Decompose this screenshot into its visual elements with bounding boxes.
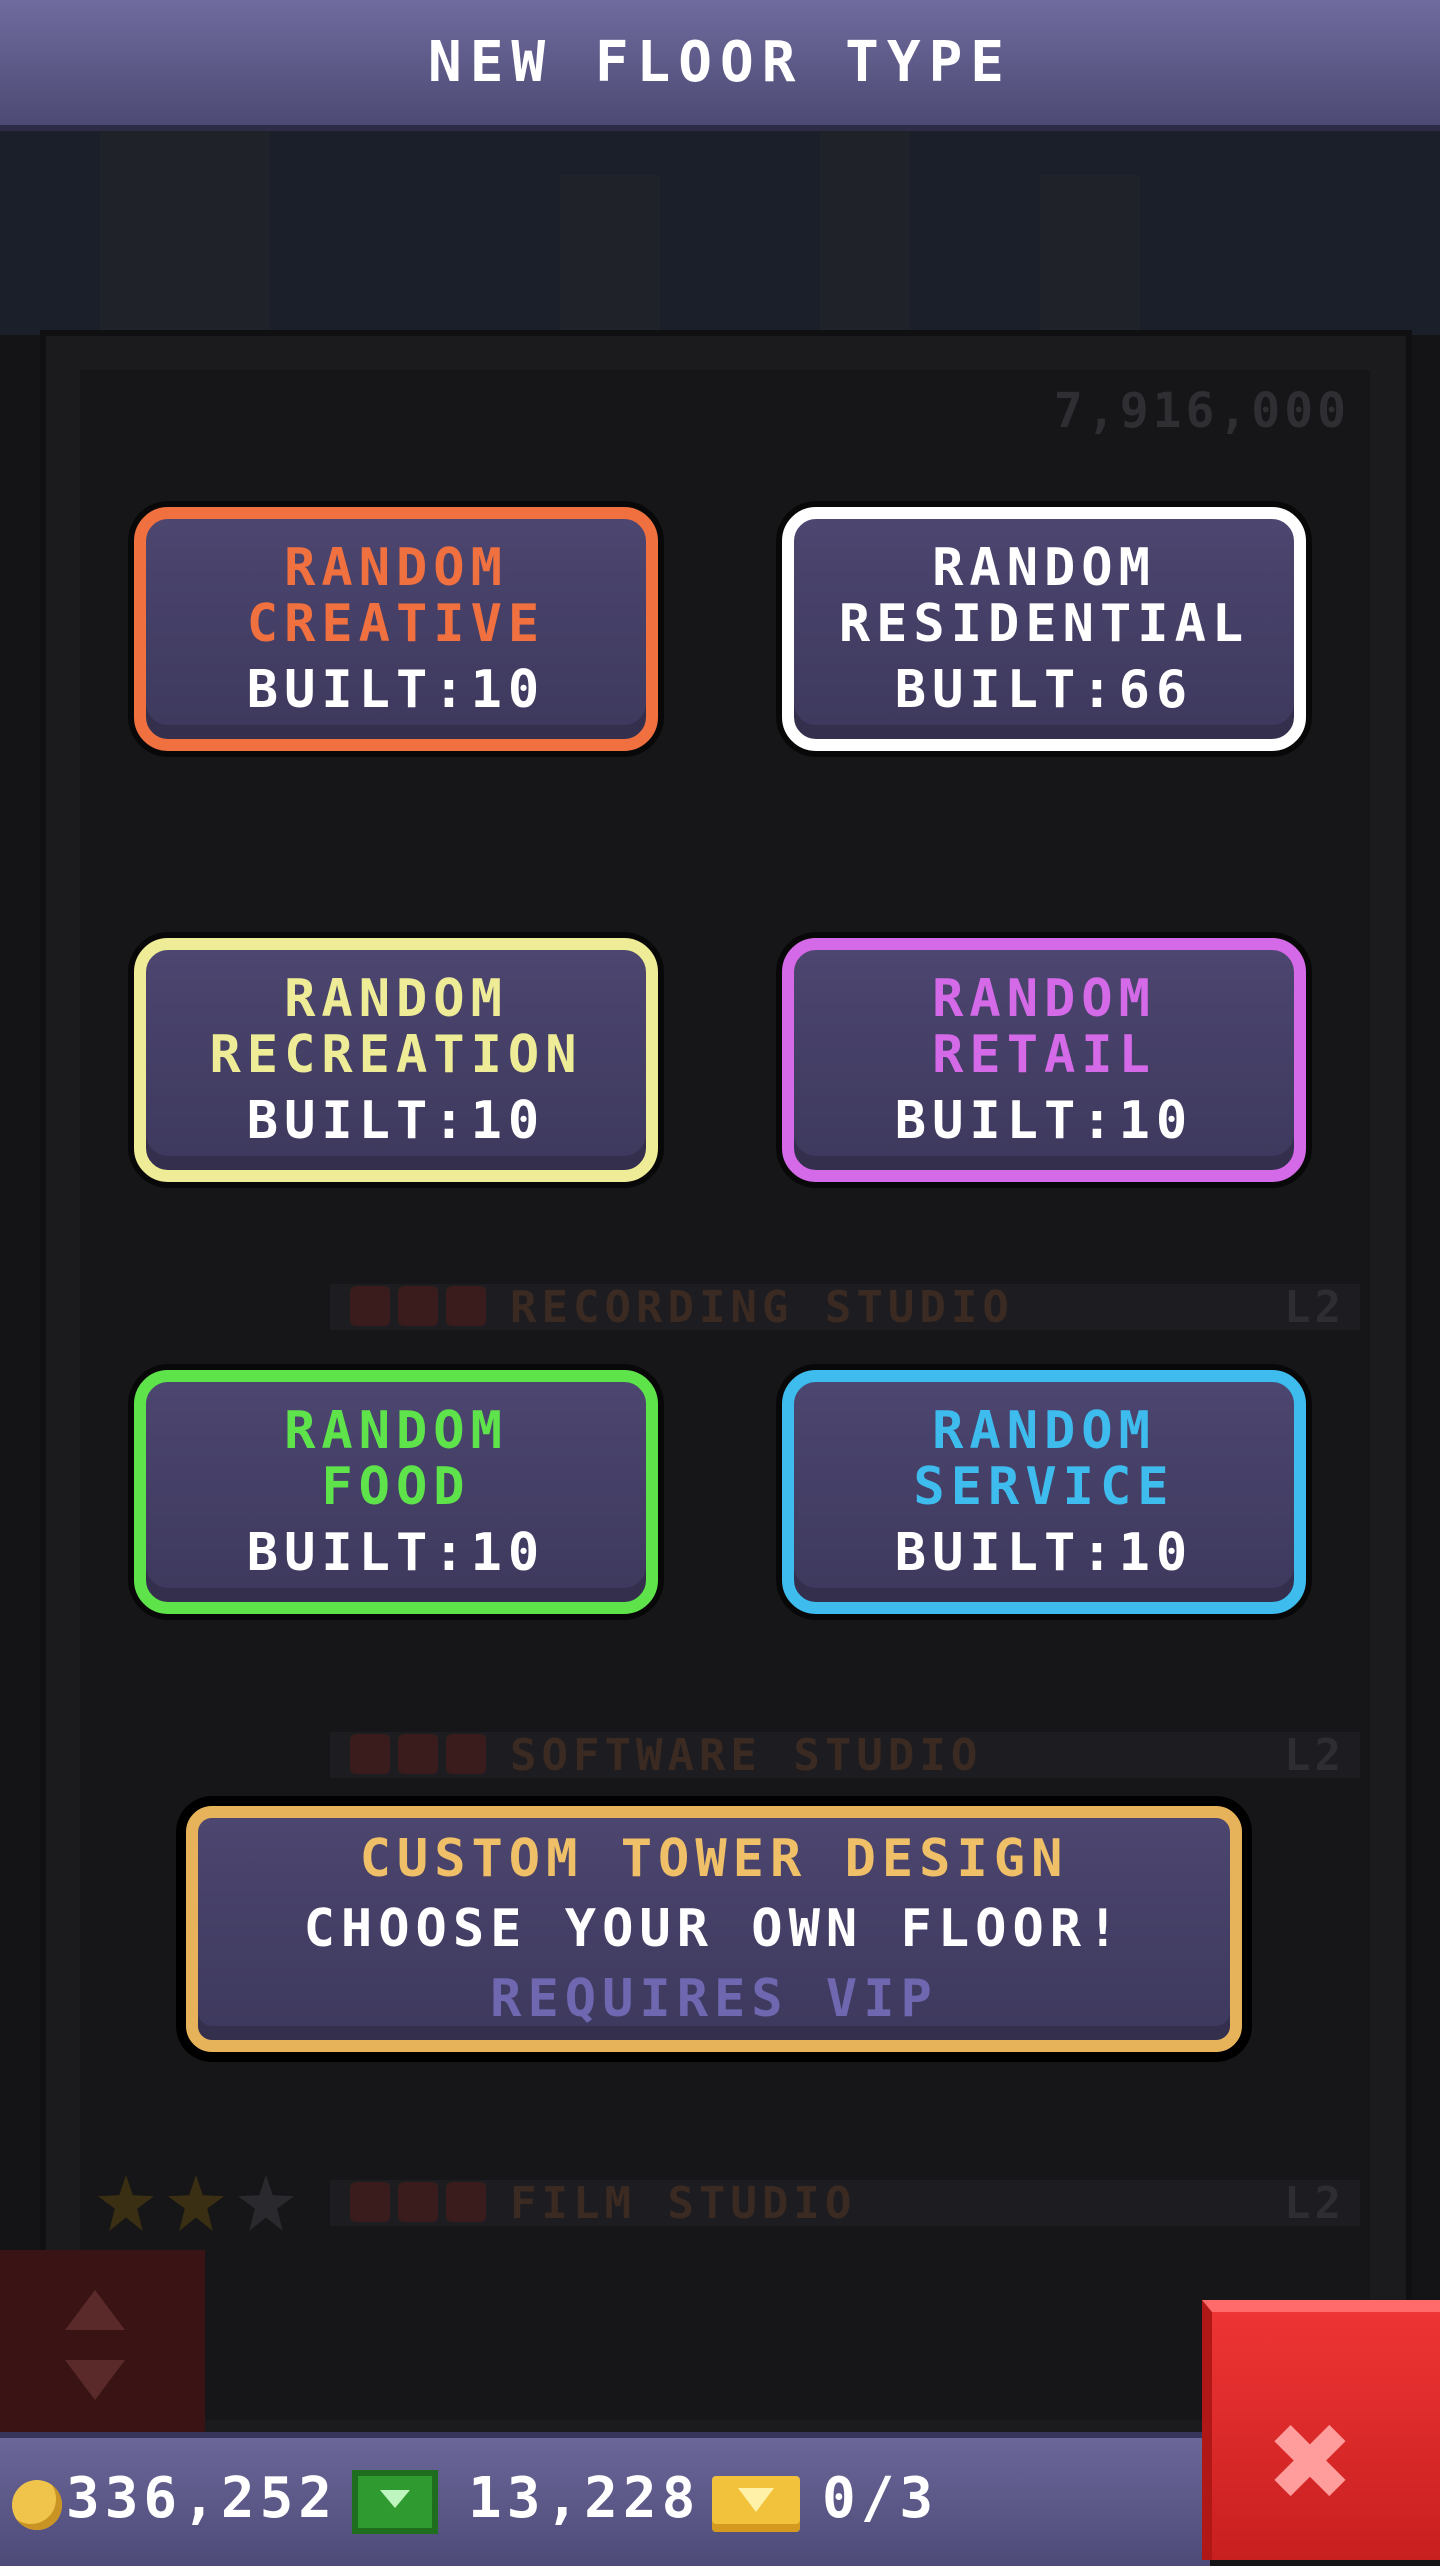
card-built: BUILT:10 [246, 1091, 546, 1151]
modal-title: NEW FLOOR TYPE [427, 30, 1012, 95]
random-creative-button[interactable]: RANDOM CREATIVE BUILT:10 [134, 507, 658, 751]
floor-name: RECORDING STUDIO [510, 1282, 1014, 1333]
bux-count: 13,228 [468, 2466, 701, 2531]
background-building [560, 175, 660, 330]
background-building [820, 130, 910, 330]
card-built: BUILT:10 [894, 1523, 1194, 1583]
floor-name: SOFTWARE STUDIO [510, 1730, 983, 1781]
card-line2: RECREATION [209, 1025, 583, 1085]
custom-subtitle: CHOOSE YOUR OWN FLOOR! [303, 1899, 1125, 1959]
card-built: BUILT:10 [246, 660, 546, 720]
custom-tower-design-button[interactable]: CUSTOM TOWER DESIGN CHOOSE YOUR OWN FLOO… [186, 1806, 1242, 2052]
card-line2: RESIDENTIAL [838, 594, 1250, 654]
floor-stars [350, 2182, 490, 2226]
floor-name: FILM STUDIO [510, 2178, 857, 2229]
card-line2: CREATIVE [246, 594, 546, 654]
close-button[interactable]: ✖ [1202, 2300, 1440, 2560]
card-line1: RANDOM [284, 1401, 508, 1461]
card-line1: RANDOM [284, 969, 508, 1029]
floor-stars [350, 1734, 490, 1778]
floor-level: L2 [1284, 1730, 1345, 1781]
custom-title: CUSTOM TOWER DESIGN [359, 1829, 1069, 1889]
card-line2: FOOD [321, 1457, 471, 1517]
card-line1: RANDOM [932, 1401, 1156, 1461]
random-retail-button[interactable]: RANDOM RETAIL BUILT:10 [782, 938, 1306, 1182]
card-built: BUILT:66 [894, 660, 1194, 720]
card-line1: RANDOM [932, 969, 1156, 1029]
currency-bar: 336,252 13,228 0/3 [0, 2432, 1210, 2566]
card-built: BUILT:10 [246, 1523, 546, 1583]
tower-background: 7,916,000 RECORDING STUDIO L2 SOFTWARE S… [0, 0, 1440, 2560]
floor-level: L2 [1284, 2178, 1345, 2229]
coin-count: 336,252 [66, 2466, 338, 2531]
coin-icon [12, 2480, 62, 2530]
random-residential-button[interactable]: RANDOM RESIDENTIAL BUILT:66 [782, 507, 1306, 751]
card-line1: RANDOM [284, 538, 508, 598]
random-service-button[interactable]: RANDOM SERVICE BUILT:10 [782, 1370, 1306, 1614]
background-building [1040, 175, 1140, 330]
close-icon: ✖ [1270, 2380, 1355, 2543]
floor-level: L2 [1284, 1282, 1345, 1333]
card-line2: SERVICE [913, 1457, 1175, 1517]
background-building [100, 130, 270, 330]
ticket-icon [712, 2476, 800, 2532]
elevator-icon [0, 2250, 205, 2440]
floor-stars [350, 1286, 490, 1330]
random-food-button[interactable]: RANDOM FOOD BUILT:10 [134, 1370, 658, 1614]
card-line1: RANDOM [932, 538, 1156, 598]
tower-count: 7,916,000 [1053, 383, 1350, 439]
bux-icon [352, 2470, 438, 2534]
card-built: BUILT:10 [894, 1091, 1194, 1151]
modal-header: NEW FLOOR TYPE [0, 0, 1440, 131]
ticket-count: 0/3 [822, 2466, 939, 2531]
card-line2: RETAIL [932, 1025, 1156, 1085]
random-recreation-button[interactable]: RANDOM RECREATION BUILT:10 [134, 938, 658, 1182]
custom-requirement: REQUIRES VIP [490, 1969, 938, 2029]
